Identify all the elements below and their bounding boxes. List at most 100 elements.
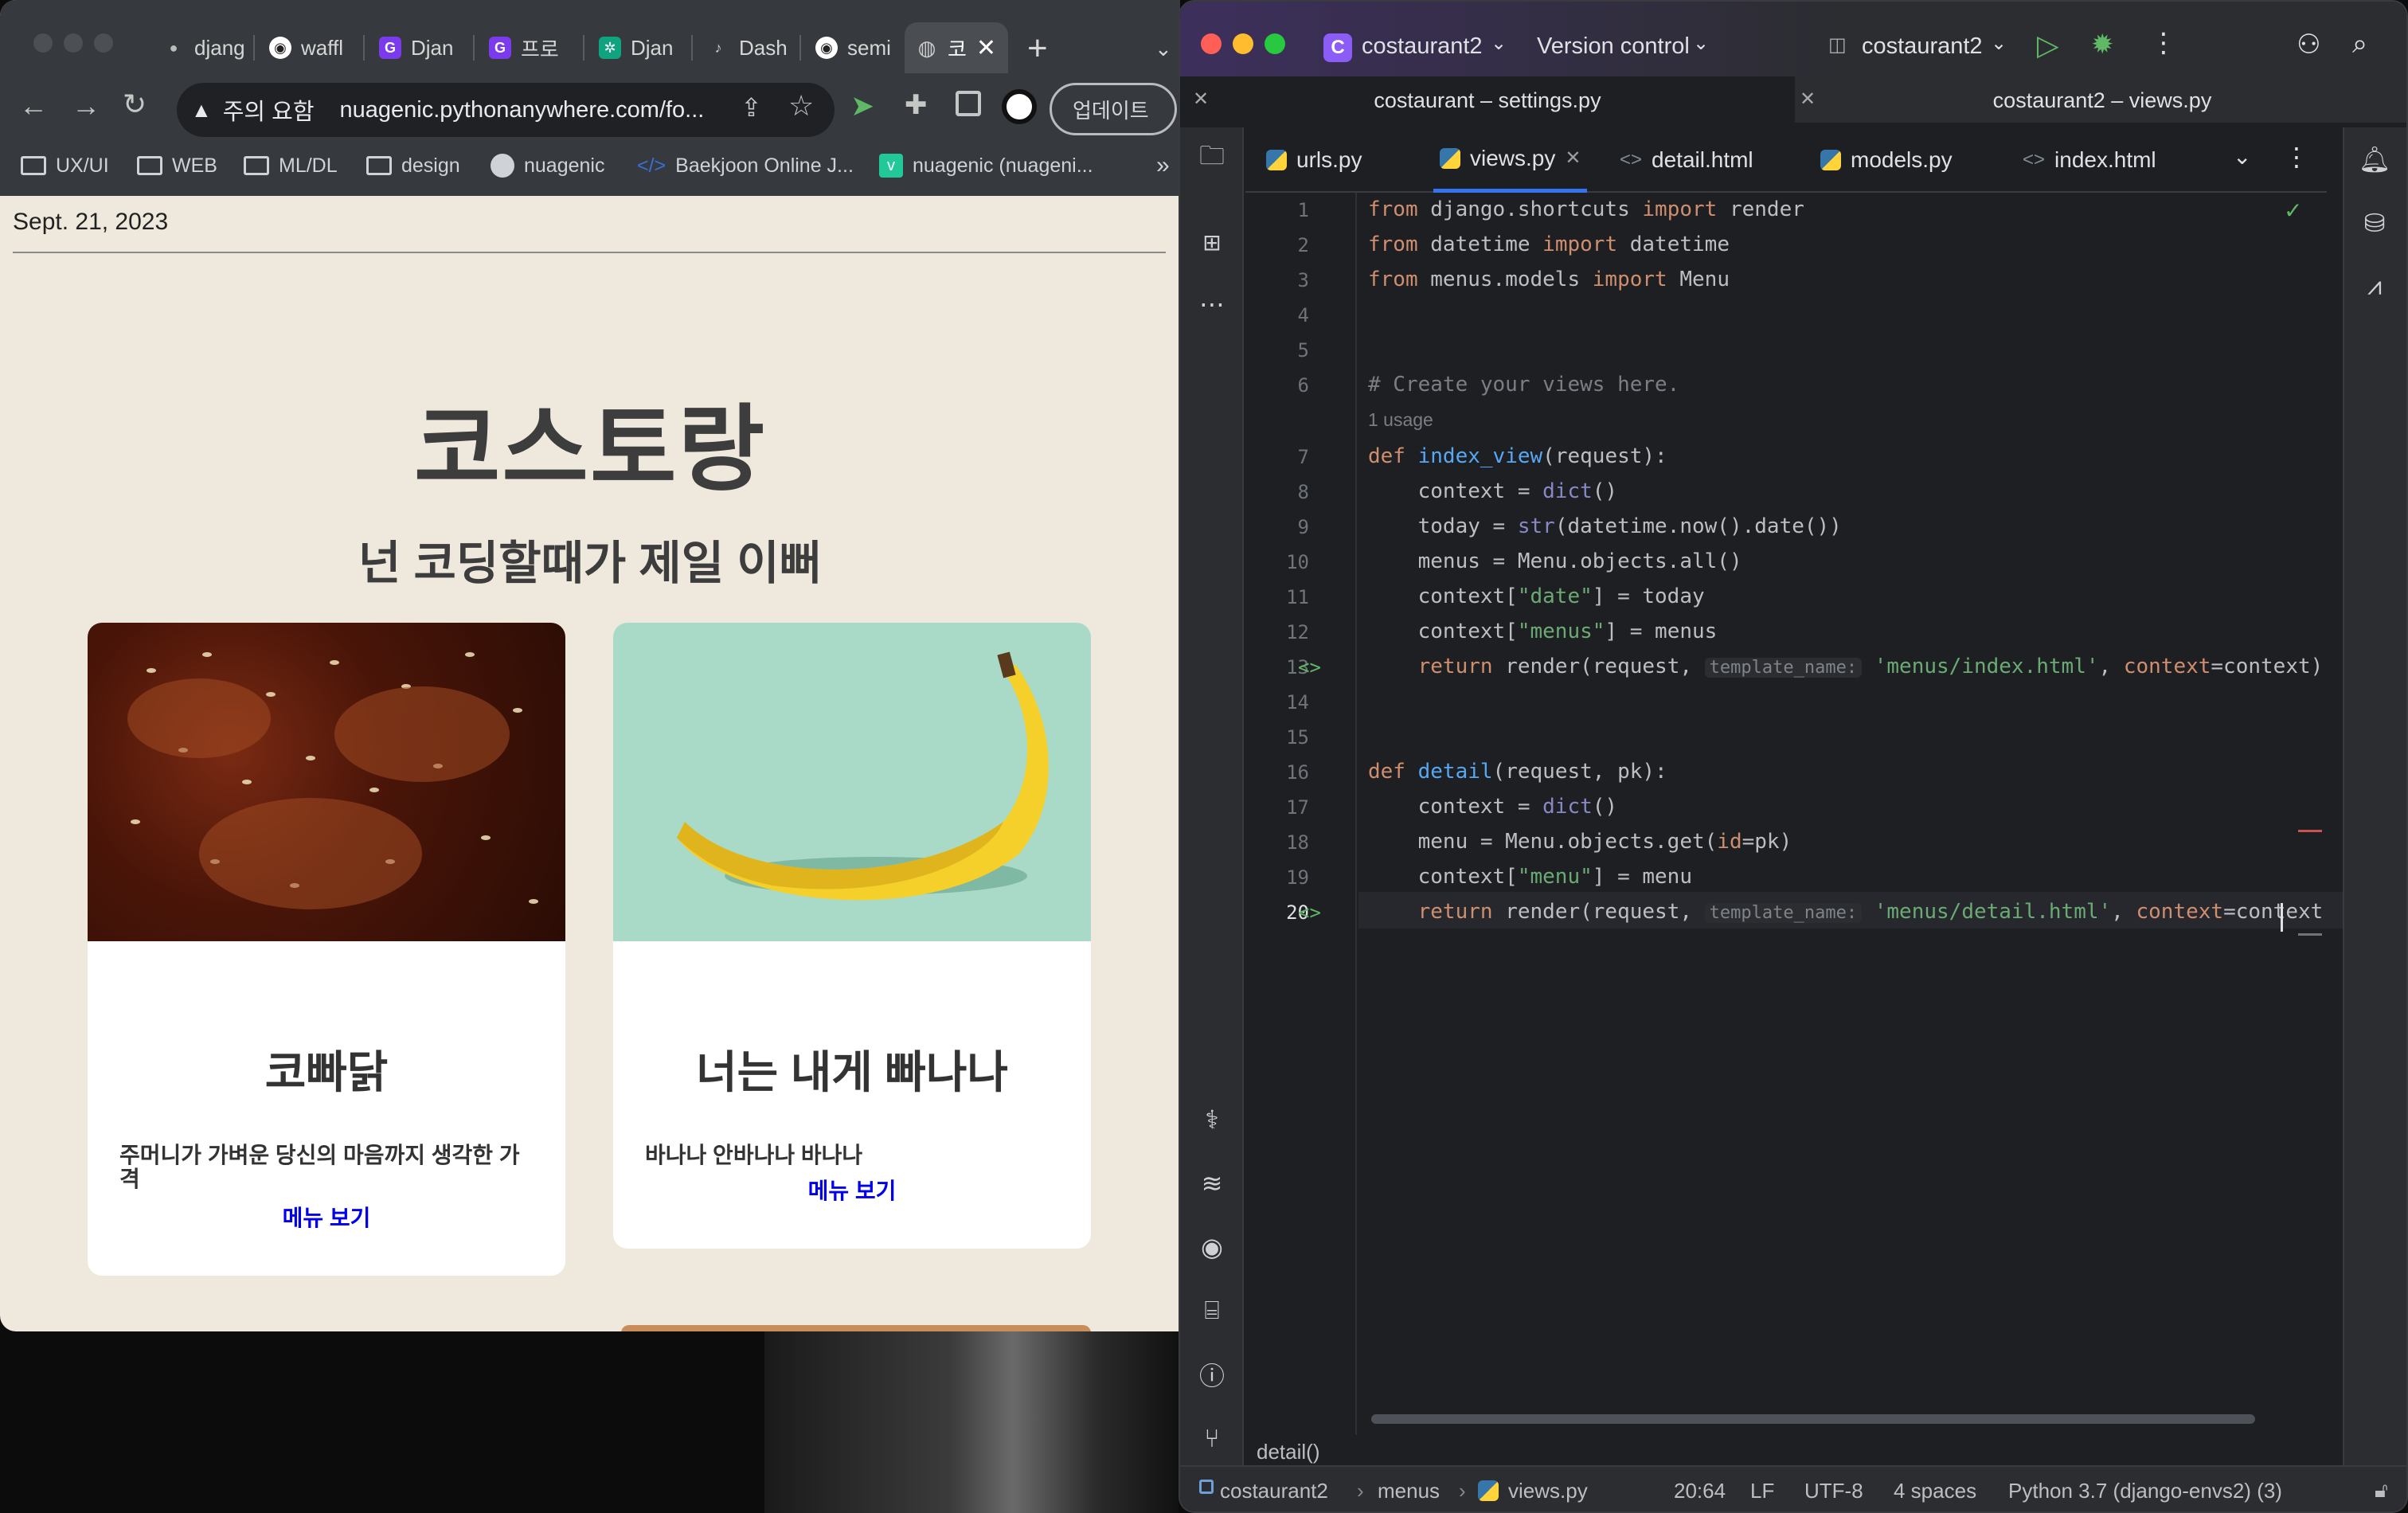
terminal-icon[interactable]: ⌸ — [1194, 1293, 1229, 1328]
layers-icon[interactable]: ≋ — [1194, 1166, 1229, 1201]
minimize-window-button[interactable] — [64, 33, 83, 53]
editor-tab-urls[interactable]: urls.py — [1266, 127, 1362, 193]
template-gutter-icon[interactable]: <> — [1298, 901, 1321, 924]
code-line[interactable]: menu = Menu.objects.get(id=pk) — [1368, 830, 1792, 854]
horizontal-scrollbar[interactable] — [1371, 1414, 2255, 1424]
editor-tab-index[interactable]: <> index.html — [2023, 127, 2156, 193]
code-line[interactable]: def index_view(request): — [1368, 444, 1667, 468]
bookmark-link[interactable]: nuagenic — [491, 147, 604, 185]
side-panel-icon[interactable] — [956, 91, 981, 116]
reload-icon[interactable]: ↻ — [123, 88, 147, 121]
code-breadcrumb[interactable]: detail() — [1257, 1440, 1319, 1464]
template-gutter-icon[interactable]: <> — [1298, 656, 1321, 678]
code-line[interactable]: context = dict() — [1368, 479, 1617, 503]
browser-tab[interactable]: ● djang — [151, 22, 252, 73]
bookmark-folder[interactable]: ML/DL — [244, 147, 338, 185]
python-interpreter[interactable]: Python 3.7 (django-envs2) (3) — [2008, 1479, 2282, 1503]
bookmark-star-icon[interactable]: ☆ — [788, 89, 814, 123]
problems-icon[interactable]: ⓘ — [1194, 1357, 1229, 1392]
window-tab-views[interactable]: costaurant2 – views.py — [1795, 76, 2406, 124]
code-line[interactable]: from menus.models import Menu — [1368, 268, 1730, 291]
url-text[interactable]: nuagenic.pythonanywhere.com/fo... — [340, 97, 705, 123]
editor-tab-models[interactable]: models.py — [1820, 127, 1953, 193]
notifications-bell-icon[interactable]: 🔔︎ — [2357, 142, 2392, 177]
send-extension-icon[interactable]: ➤ — [850, 89, 874, 123]
browser-tab[interactable]: ✲ Djan — [588, 22, 688, 73]
security-label[interactable]: 주의 요함 — [223, 93, 315, 127]
chevron-down-icon[interactable]: ⌄ — [1991, 32, 2007, 55]
run-config-selector[interactable]: costaurant2 — [1862, 33, 1983, 60]
line-separator[interactable]: LF — [1750, 1479, 1774, 1503]
browser-tab-active[interactable]: ◍ 코 ✕ — [905, 22, 1008, 73]
close-tab-icon[interactable]: ✕ — [976, 34, 996, 62]
window-tab-settings[interactable]: costaurant – settings.py — [1180, 76, 1795, 124]
debug-bug-icon[interactable]: ✹ — [2091, 29, 2114, 61]
zoom-window-button[interactable] — [94, 33, 113, 53]
close-window-button[interactable] — [33, 33, 53, 53]
browser-tab[interactable]: ♪ Dash — [696, 22, 796, 73]
bookmark-link[interactable]: v nuagenic (nuageni... — [879, 147, 1093, 185]
services-icon[interactable]: ◉ — [1194, 1230, 1229, 1265]
bookmark-folder[interactable]: UX/UI — [21, 147, 109, 185]
address-bar[interactable]: ▲ 주의 요함 nuagenic.pythonanywhere.com/fo..… — [177, 83, 835, 137]
chevron-down-icon[interactable]: ⌄ — [1491, 32, 1507, 55]
add-user-icon[interactable]: ⚇ — [2297, 29, 2320, 61]
git-branch-icon[interactable]: ⑂ — [1194, 1421, 1229, 1456]
file-encoding[interactable]: UTF-8 — [1804, 1479, 1863, 1503]
cursor-position[interactable]: 20:64 — [1674, 1479, 1726, 1503]
code-comment[interactable]: # Create your views here. — [1368, 373, 1679, 397]
code-line[interactable]: from django.shortcuts import render — [1368, 197, 1804, 221]
extensions-puzzle-icon[interactable]: ✚ — [905, 89, 928, 121]
close-tab-icon[interactable]: ✕ — [1565, 147, 1581, 170]
update-button[interactable]: 업데이트 — [1050, 83, 1177, 135]
search-icon[interactable]: ⌕ — [2352, 29, 2367, 60]
database-icon[interactable]: ⛁ — [2357, 205, 2392, 240]
bookmark-folder[interactable]: WEB — [137, 147, 217, 185]
back-arrow-icon[interactable]: ← — [19, 89, 48, 123]
more-actions-icon[interactable]: ⋮ — [2150, 27, 2177, 59]
editor-tab-views[interactable]: views.py ✕ — [1433, 127, 1588, 193]
indent-setting[interactable]: 4 spaces — [1894, 1479, 1976, 1503]
status-project[interactable]: costaurant2 — [1220, 1479, 1328, 1503]
python-console-icon[interactable]: ⚕ — [1194, 1102, 1229, 1137]
chevron-down-icon[interactable]: ⌄ — [1693, 32, 1709, 55]
tab-more-icon[interactable]: ⋮ — [2284, 142, 2309, 172]
status-folder[interactable]: menus — [1378, 1479, 1440, 1503]
code-line[interactable]: from datetime import datetime — [1368, 233, 1730, 256]
bookmark-folder[interactable]: design — [366, 147, 460, 185]
editor-tab-detail[interactable]: <> detail.html — [1620, 127, 1753, 193]
minimize-window-button[interactable] — [1233, 33, 1253, 54]
forward-arrow-icon[interactable]: → — [72, 89, 100, 123]
browser-tab[interactable]: ◉ waffl — [258, 22, 358, 73]
more-tools-icon[interactable]: ⋯ — [1194, 287, 1229, 322]
code-line[interactable]: context["menu"] = menu — [1368, 865, 1692, 889]
view-menu-link[interactable]: 메뉴 보기 — [613, 1174, 1091, 1206]
close-window-button[interactable] — [1201, 33, 1222, 54]
new-tab-button[interactable]: + — [1027, 29, 1048, 68]
code-line-current[interactable]: return render(request, template_name: 'm… — [1368, 900, 2324, 924]
zoom-window-button[interactable] — [1265, 33, 1285, 54]
profiler-chart-icon[interactable]: ⩘ — [2357, 269, 2392, 304]
share-icon[interactable]: ⇪ — [741, 92, 762, 123]
status-file[interactable]: views.py — [1508, 1479, 1588, 1503]
tab-list-chevron-icon[interactable]: ⌄ — [2233, 143, 2251, 170]
project-folder-icon[interactable]: 🗀 — [1194, 141, 1229, 177]
code-line[interactable]: context["menus"] = menus — [1368, 620, 1718, 643]
bookmark-link[interactable]: </> Baekjoon Online J... — [637, 147, 854, 185]
more-bookmarks-button[interactable]: » — [1156, 147, 1170, 185]
browser-tab[interactable]: G Djan — [368, 22, 468, 73]
close-icon[interactable]: ✕ — [1193, 88, 1209, 111]
close-icon[interactable]: ✕ — [1800, 88, 1816, 111]
profile-avatar[interactable] — [1002, 89, 1037, 124]
code-line[interactable]: return render(request, template_name: 'm… — [1368, 655, 2324, 678]
browser-tab[interactable]: G 프로 — [478, 22, 578, 73]
code-line[interactable]: menus = Menu.objects.all() — [1368, 549, 1742, 573]
no-problems-check-icon[interactable]: ✓ — [2284, 197, 2302, 224]
code-line[interactable]: def detail(request, pk): — [1368, 760, 1667, 784]
project-badge[interactable]: C — [1323, 33, 1352, 62]
code-line[interactable]: context["date"] = today — [1368, 584, 1705, 608]
browser-tab[interactable]: ◉ semi — [804, 22, 905, 73]
run-icon[interactable]: ▷ — [2037, 29, 2059, 62]
usage-hint[interactable]: 1 usage — [1368, 409, 1433, 431]
version-control-menu[interactable]: Version control — [1537, 33, 1690, 60]
